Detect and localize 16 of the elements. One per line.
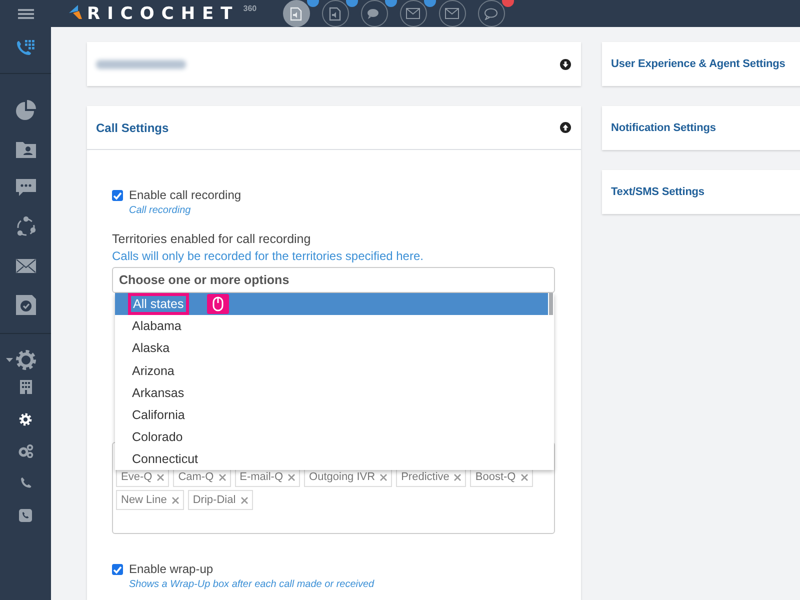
hint-text: Calls will only be recorded for the territories specified here.	[112, 249, 424, 263]
field-label: Territories enabled for call recording	[112, 232, 312, 246]
logo-superscript: 360	[243, 4, 257, 12]
hint-text: Shows a Wrap-Up box after each call made or received	[129, 579, 374, 590]
tag-label: New Line	[121, 494, 167, 506]
tag-label: Outgoing IVR	[309, 471, 376, 483]
tag-label: Drip-Dial	[192, 494, 236, 506]
checkbox-label: Enable wrap-up	[129, 562, 214, 576]
hint-text: Call recording	[129, 205, 192, 216]
logo-text: RICOCHET	[87, 4, 240, 24]
tag-label: E-mail-Q	[240, 471, 284, 483]
checkbox-label: Enable call recording	[129, 188, 242, 202]
tag-label: Cam-Q	[178, 471, 214, 483]
tag-label: Eve-Q	[121, 471, 152, 483]
tag-label: Boost-Q	[475, 471, 516, 483]
tag-label: Predictive	[401, 471, 450, 483]
